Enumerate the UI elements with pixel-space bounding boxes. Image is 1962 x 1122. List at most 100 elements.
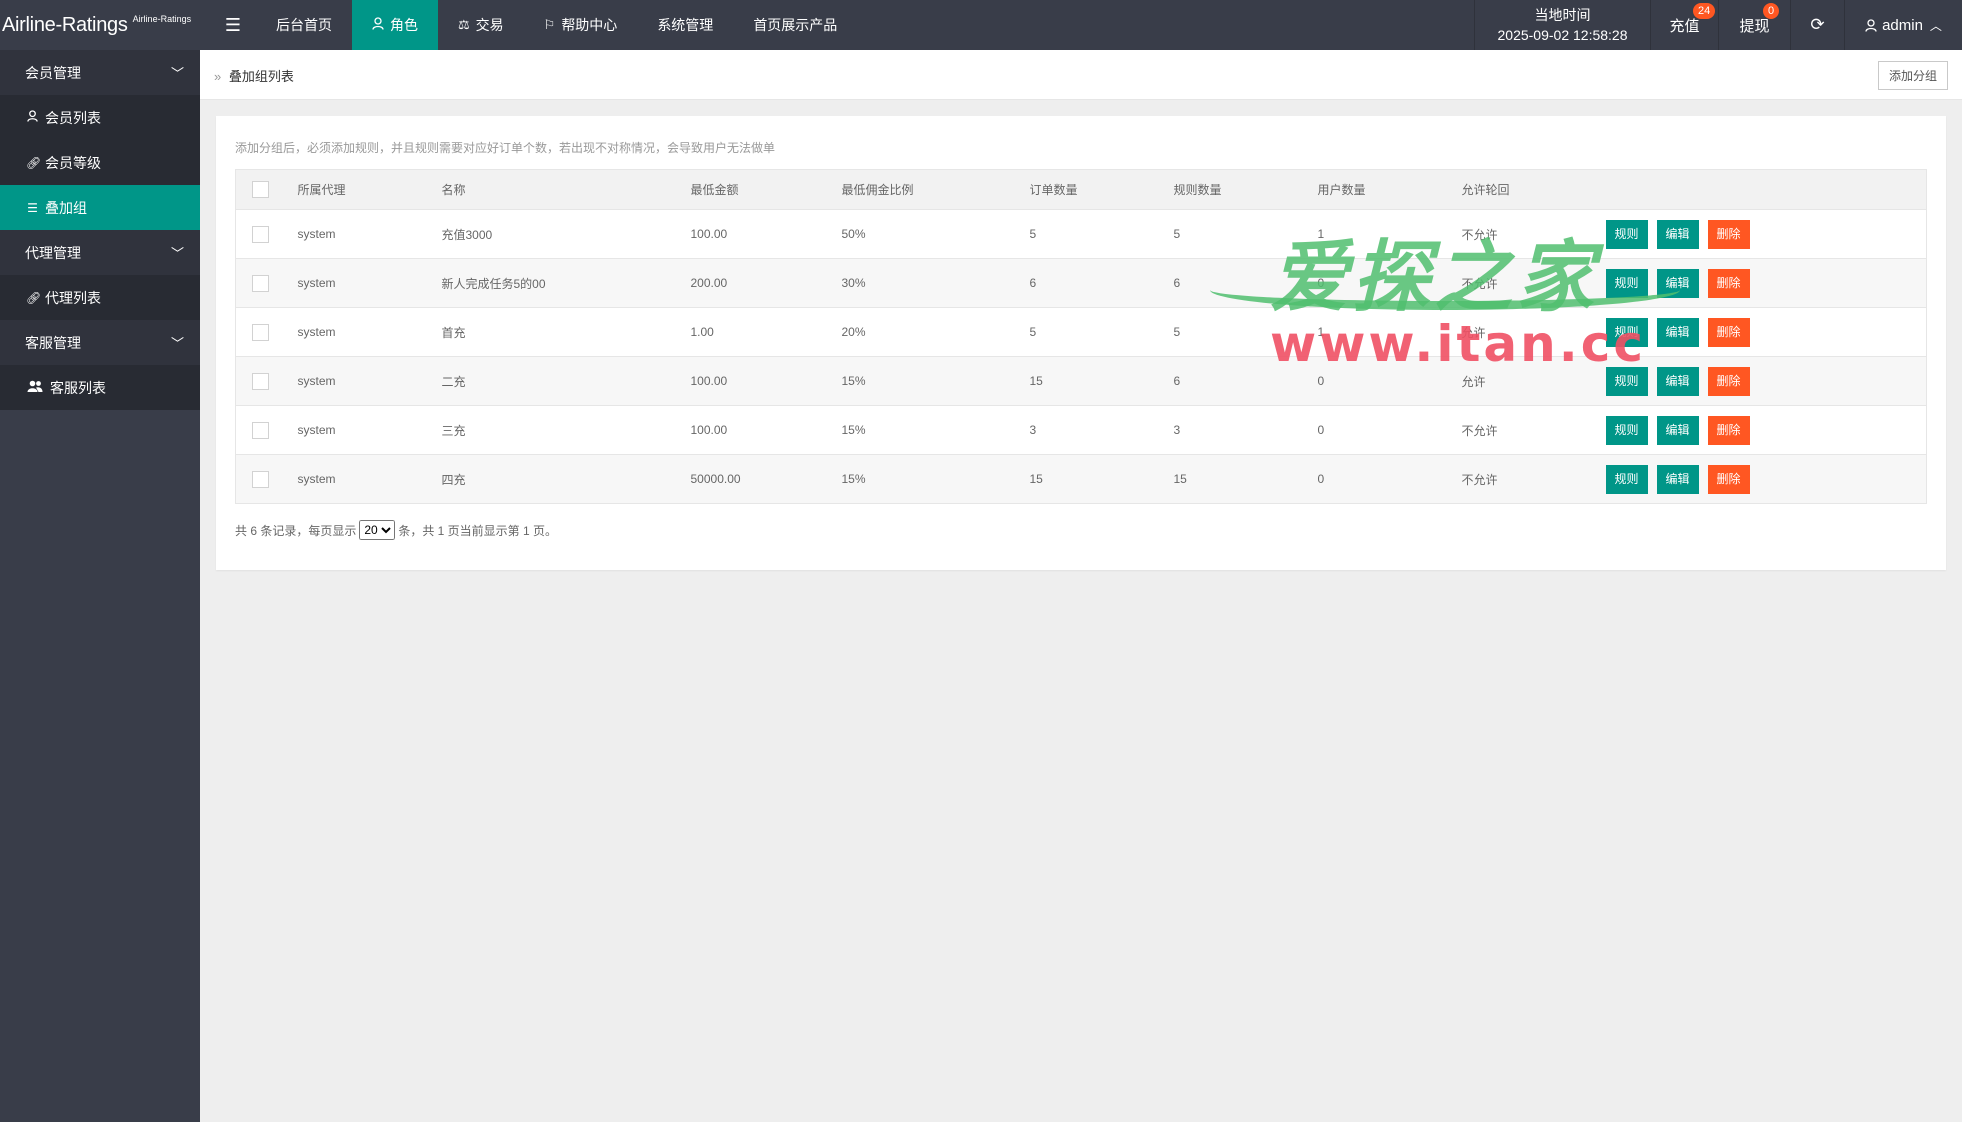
header-user-count: 用户数量 [1317,169,1462,210]
delete-button[interactable]: 删除 [1707,317,1750,347]
cell-user-count: 1 [1317,307,1462,357]
header-order-count: 订单数量 [1029,169,1174,210]
select-all-checkbox[interactable] [252,181,269,198]
nav-label: 角色 [390,17,418,33]
delete-button[interactable]: 删除 [1707,415,1750,445]
withdraw-badge: 0 [1763,3,1780,19]
header-min-amount: 最低金额 [690,169,842,210]
row-checkbox[interactable] [252,274,269,292]
row-select [235,454,298,504]
cell-agent: system [297,209,442,259]
refresh-icon[interactable]: ⟳ [1790,0,1844,50]
edit-button[interactable]: 编辑 [1656,464,1699,494]
table-row: system 四充 50000.00 15% 15 15 0 不允许 规则 编辑 删除 [235,454,1927,504]
cell-allow-cycle: 允许 [1461,356,1606,406]
cell-min-commission: 20% [841,307,1030,357]
cell-min-amount: 1.00 [690,307,842,357]
page-size-select[interactable]: 20 [359,520,396,540]
main-content: » 叠加组列表 添加分组 添加分组后，必须添加规则，并且规则需要对应好订单个数，… [200,50,1962,1122]
breadcrumb-bar: » 叠加组列表 添加分组 [200,50,1962,100]
row-checkbox[interactable] [252,470,269,488]
edit-button[interactable]: 编辑 [1656,415,1699,445]
nav-item-trade[interactable]: ⚖ 交易 [438,0,524,50]
app-subtitle: Airline-Ratings [132,14,192,24]
recharge-button[interactable]: 充值 24 [1650,0,1718,50]
row-select [235,356,298,406]
edit-button[interactable]: 编辑 [1656,366,1699,396]
pager-prefix: 共 6 条记录，每页显示 [235,523,357,538]
rule-button[interactable]: 规则 [1605,464,1648,494]
nav-label: 帮助中心 [561,17,618,33]
sidebar-item-service-list[interactable]: 客服列表 [0,365,200,410]
menu-toggle-icon[interactable]: ☰ [210,0,256,50]
cell-name: 首充 [441,307,691,357]
breadcrumb-current: 叠加组列表 [228,69,294,84]
sidebar-item-member-level[interactable]: 🔗︎ 会员等级 [0,140,200,185]
cell-name: 充值3000 [441,209,691,259]
cell-user-count: 0 [1317,258,1462,308]
cell-name: 四充 [441,454,691,504]
time-label: 当地时间 [1534,7,1591,23]
row-checkbox[interactable] [252,323,269,341]
add-group-button[interactable]: 添加分组 [1877,61,1948,90]
table-row: system 二充 100.00 15% 15 6 0 允许 规则 编辑 删除 [235,356,1927,406]
cell-agent: system [297,405,442,455]
sidebar-group-service[interactable]: 客服管理 ﹀ [0,320,200,365]
row-checkbox[interactable] [252,372,269,390]
sidebar-item-member-list[interactable]: 会员列表 [0,95,200,140]
table-row: system 充值3000 100.00 50% 5 5 1 不允许 规则 编辑 删除 [235,209,1927,259]
sidebar-item-label: 会员等级 [45,154,101,171]
cell-rule-count: 5 [1173,307,1318,357]
sidebar-item-label: 会员列表 [45,109,101,126]
admin-menu[interactable]: admin ︿ [1844,0,1962,50]
rule-button[interactable]: 规则 [1605,268,1648,298]
nav-item-system[interactable]: 系统管理 [637,0,733,50]
cell-allow-cycle: 不允许 [1461,209,1606,259]
user-icon [26,110,39,125]
row-select [235,209,298,259]
rule-button[interactable]: 规则 [1605,317,1648,347]
delete-button[interactable]: 删除 [1707,219,1750,249]
table-row: system 新人完成任务5的00 200.00 30% 6 6 0 不允许 规则 编辑 删除 [235,258,1927,308]
cell-allow-cycle: 不允许 [1461,454,1606,504]
rule-button[interactable]: 规则 [1605,366,1648,396]
nav-item-products[interactable]: 首页展示产品 [733,0,857,50]
row-checkbox[interactable] [252,225,269,243]
edit-button[interactable]: 编辑 [1656,317,1699,347]
nav-item-home[interactable]: 后台首页 [256,0,352,50]
cell-rule-count: 6 [1173,356,1318,406]
delete-button[interactable]: 删除 [1707,366,1750,396]
nav-item-help[interactable]: ⚐ 帮助中心 [524,0,638,50]
row-checkbox[interactable] [252,421,269,439]
chevron-down-icon: ﹀ [170,246,184,261]
header-allow-cycle: 允许轮回 [1461,169,1606,210]
cell-rule-count: 15 [1173,454,1318,504]
cell-order-count: 5 [1029,307,1174,357]
recharge-badge: 24 [1693,3,1716,19]
withdraw-button[interactable]: 提现 0 [1718,0,1790,50]
delete-button[interactable]: 删除 [1707,268,1750,298]
edit-button[interactable]: 编辑 [1656,219,1699,249]
cell-actions: 规则 编辑 删除 [1605,356,1927,406]
cell-min-amount: 50000.00 [690,454,842,504]
nav-item-role[interactable]: 角色 [352,0,438,50]
cell-order-count: 6 [1029,258,1174,308]
rule-button[interactable]: 规则 [1605,219,1648,249]
cell-name: 新人完成任务5的00 [441,258,691,308]
rule-button[interactable]: 规则 [1605,415,1648,445]
sidebar-item-overlay-group[interactable]: ☰ 叠加组 [0,185,200,230]
sidebar-group-agents[interactable]: 代理管理 ﹀ [0,230,200,275]
cell-min-commission: 15% [841,454,1030,504]
sidebar-item-agent-list[interactable]: 🔗︎ 代理列表 [0,275,200,320]
cell-agent: system [297,454,442,504]
nav-label: 后台首页 [276,17,332,33]
sidebar-group-members[interactable]: 会员管理 ﹀ [0,50,200,95]
sidebar-group-label: 会员管理 [25,64,81,81]
cell-agent: system [297,258,442,308]
cell-min-commission: 50% [841,209,1030,259]
double-chevron-right-icon: » [214,69,222,84]
delete-button[interactable]: 删除 [1707,464,1750,494]
edit-button[interactable]: 编辑 [1656,268,1699,298]
tip-text: 添加分组后，必须添加规则，并且规则需要对应好订单个数，若出现不对称情况，会导致用… [235,141,776,155]
sidebar-item-label: 客服列表 [50,379,106,396]
